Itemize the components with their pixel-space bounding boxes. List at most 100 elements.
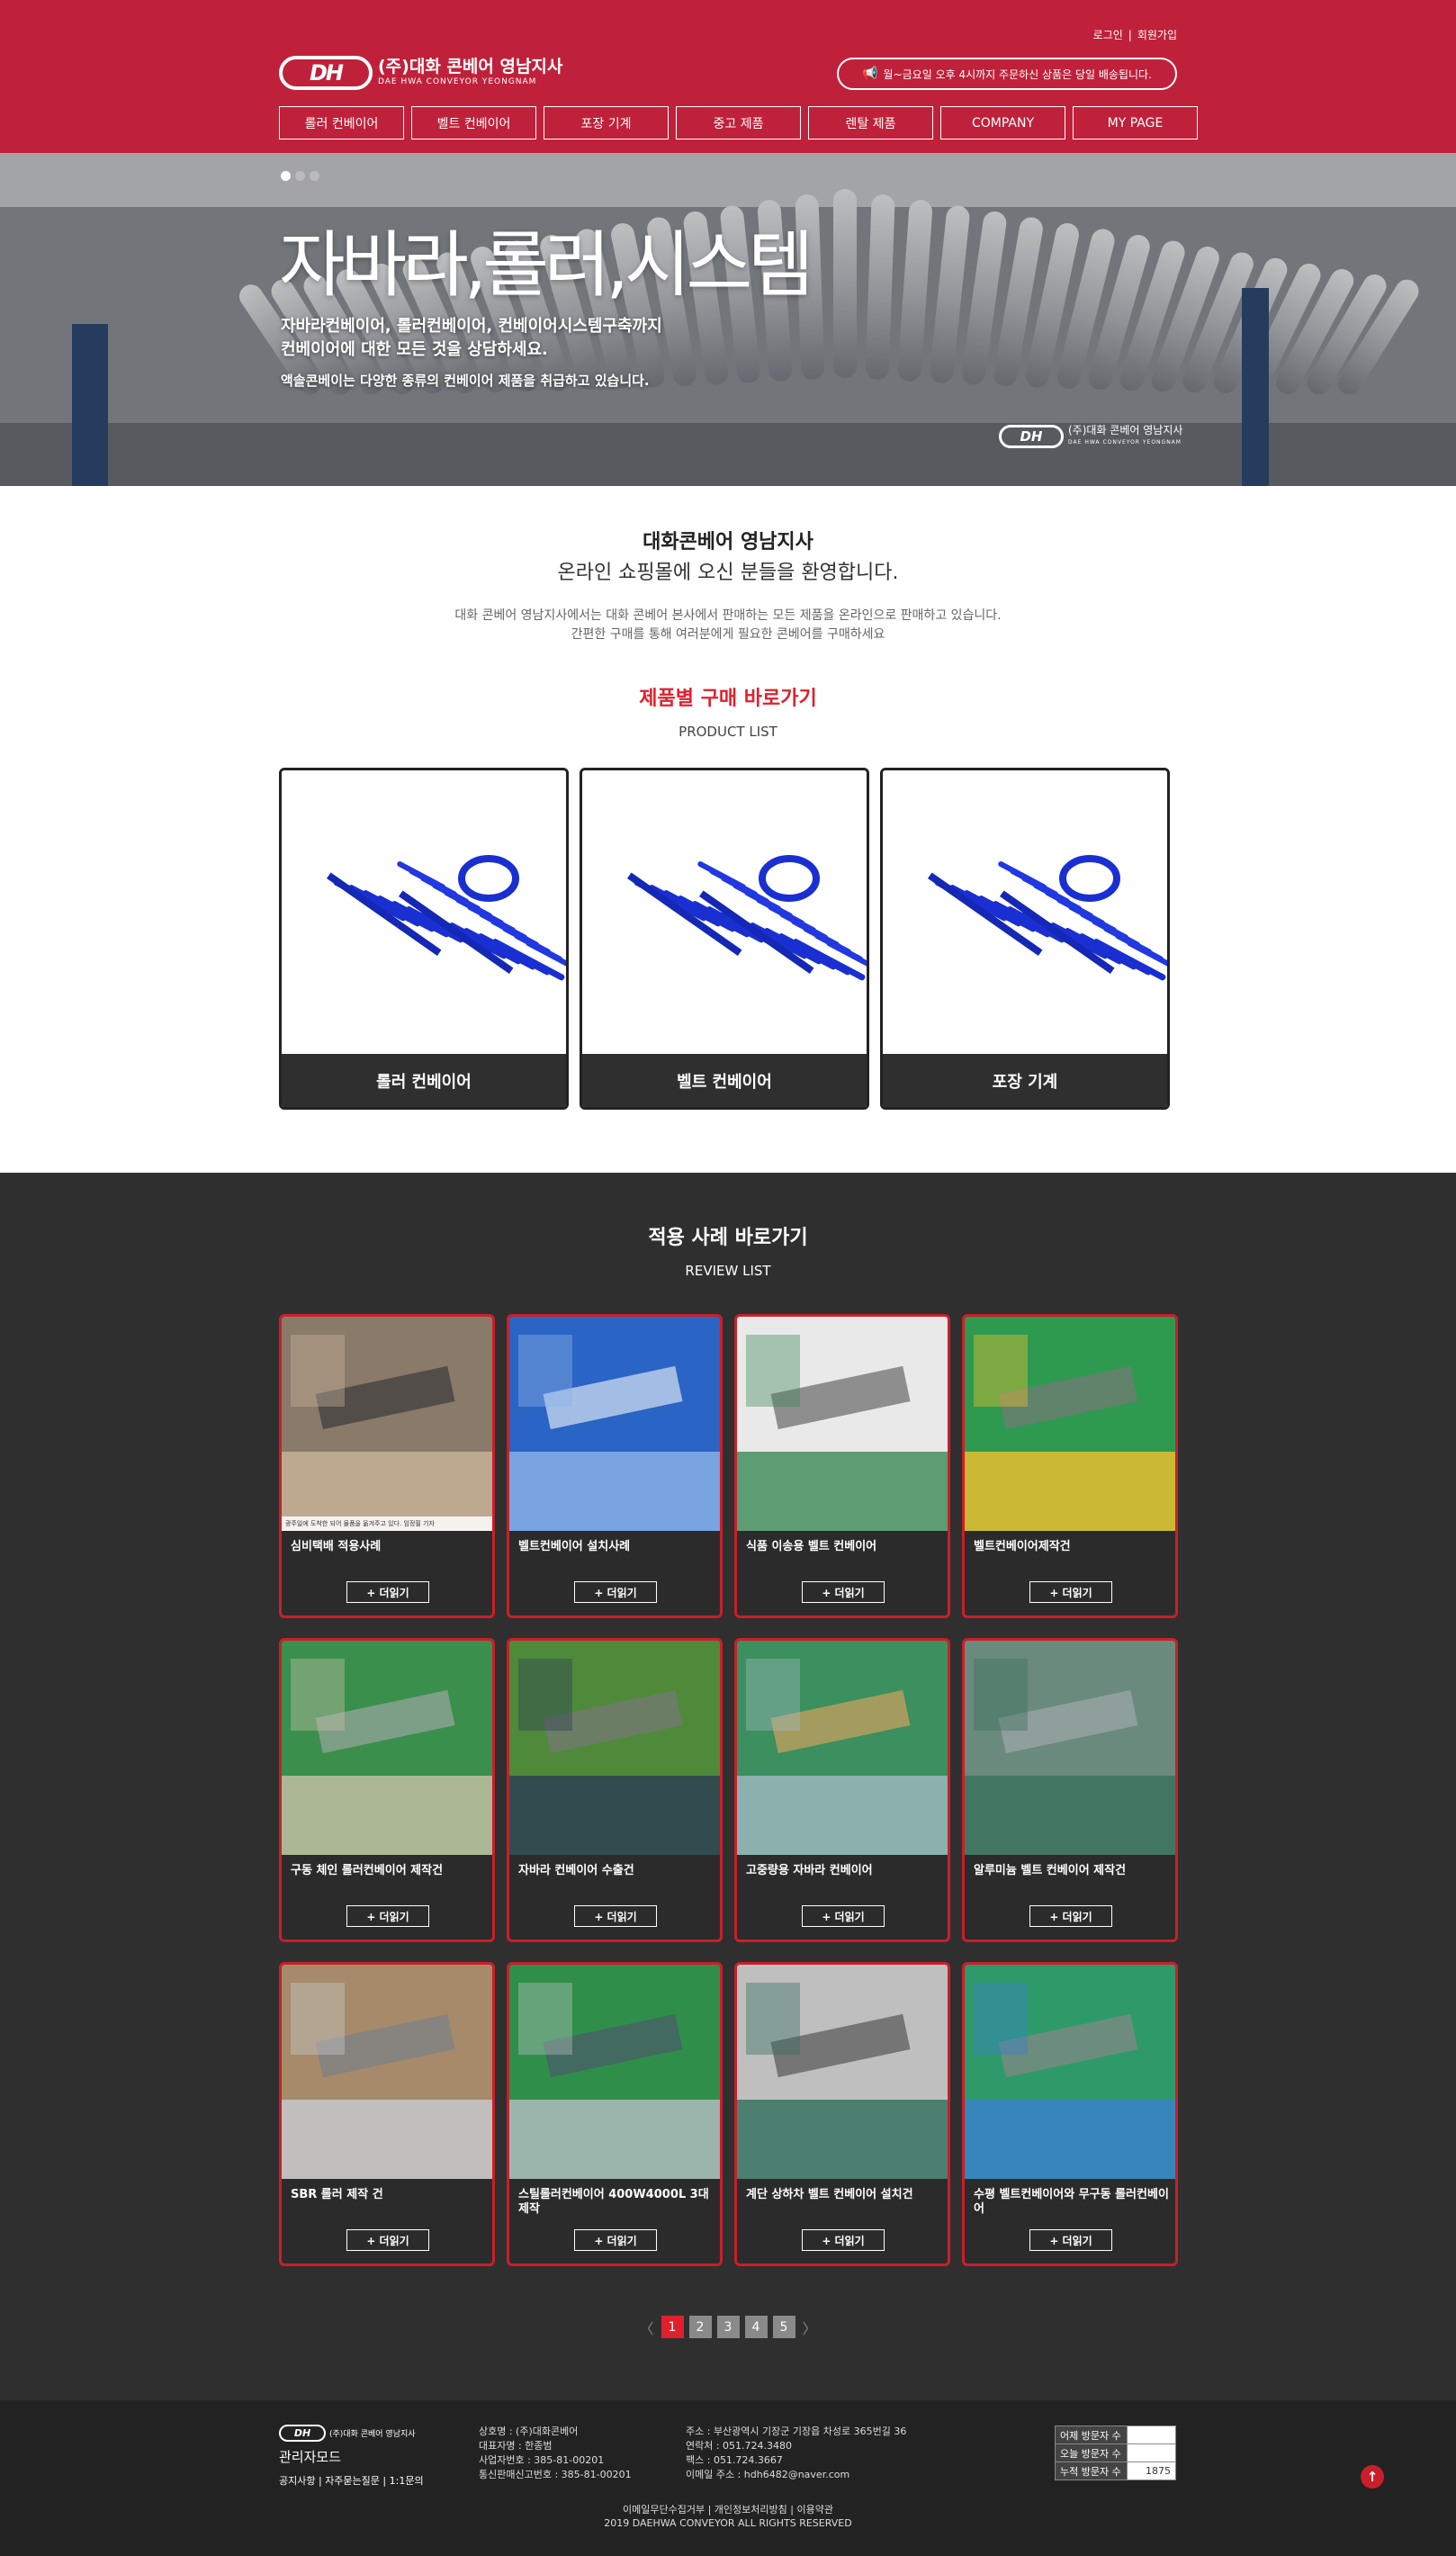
logo-en: DAE HWA CONVEYOR YEONGNAM xyxy=(378,77,537,86)
page: 로그인 | 회원가입 DH (주)대화 콘베어 영남지사 DAE HWA CONVE… xyxy=(0,0,1456,2556)
review-title: 고중량용 자바라 컨베이어 xyxy=(746,1864,873,1877)
review-card[interactable]: SBR 롤러 제작 건 + 더읽기 xyxy=(279,1962,495,2266)
business-number: 사업자번호 : 385-81-00201 xyxy=(479,2454,605,2466)
review-card[interactable]: 수평 벨트컨베이어와 무구동 롤러컨베이어 + 더읽기 xyxy=(962,1962,1178,2266)
review-card[interactable]: 스틸롤러컨베이어 400W4000L 3대 제작 + 더읽기 xyxy=(507,1962,723,2266)
read-more-button[interactable]: + 더읽기 xyxy=(802,2229,885,2251)
review-card[interactable]: 고중량용 자바라 컨베이어 + 더읽기 xyxy=(734,1638,950,1942)
read-more-button[interactable]: + 더읽기 xyxy=(802,1905,885,1927)
divider: | xyxy=(1128,29,1132,41)
read-more-button[interactable]: + 더읽기 xyxy=(1029,2229,1112,2251)
footer-logo: DH (주)대화 콘베어 영남지사 xyxy=(279,2425,416,2442)
slider-dot-1[interactable] xyxy=(281,171,291,181)
header: 로그인 | 회원가입 DH (주)대화 콘베어 영남지사 DAE HWA CONVE… xyxy=(0,0,1456,153)
review-card[interactable]: 알루미늄 벨트 컨베이어 제작건 + 더읽기 xyxy=(962,1638,1178,1942)
read-more-button[interactable]: + 더읽기 xyxy=(346,1905,429,1927)
nav-roller-conveyor[interactable]: 롤러 컨베이어 xyxy=(279,106,404,140)
page-3[interactable]: 3 xyxy=(716,2316,740,2338)
footer-links: 공지사항 | 자주묻는질문 | 1:1문의 xyxy=(279,2475,424,2487)
product-card-packaging[interactable]: 포장 기계 xyxy=(880,768,1170,1110)
review-image-caption: 광주일에 도착한 되어 물품을 옮겨주고 있다. 임정필 기자 xyxy=(282,1516,492,1531)
review-image xyxy=(282,1641,492,1855)
intro-section: 대화콘베어 영남지사 온라인 쇼핑몰에 오신 분들을 환영합니다. 대화 콘베어… xyxy=(0,526,1456,644)
notice-link[interactable]: 공지사항 xyxy=(279,2475,315,2487)
review-image xyxy=(509,1641,720,1855)
nav-my-page[interactable]: MY PAGE xyxy=(1073,106,1198,140)
slider-dot-3[interactable] xyxy=(310,171,319,181)
footer: DH (주)대화 콘베어 영남지사 관리자모드 공지사항 | 자주묻는질문 | … xyxy=(0,2400,1456,2556)
page-4[interactable]: 4 xyxy=(744,2316,768,2338)
read-more-button[interactable]: + 더읽기 xyxy=(346,1581,429,1603)
hero-logo-mark: DH xyxy=(999,425,1064,448)
page-5[interactable]: 5 xyxy=(772,2316,795,2338)
read-more-button[interactable]: + 더읽기 xyxy=(574,2229,657,2251)
address: 주소 : 부산광역시 기장군 기장읍 차성로 365번길 36 xyxy=(686,2426,907,2437)
review-image xyxy=(282,1965,492,2179)
ceo-name: 대표자명 : 한종범 xyxy=(479,2440,553,2452)
review-card[interactable]: 자바라 컨베이어 수출건 + 더읽기 xyxy=(507,1638,723,1942)
page-2[interactable]: 2 xyxy=(688,2316,712,2338)
review-card[interactable]: 계단 상하차 벨트 컨베이어 설치건 + 더읽기 xyxy=(734,1962,950,2266)
product-card-label: 포장 기계 xyxy=(883,1054,1167,1107)
product-card-roller[interactable]: 롤러 컨베이어 xyxy=(279,768,569,1110)
read-more-button[interactable]: + 더읽기 xyxy=(574,1905,657,1927)
product-card-label: 벨트 컨베이어 xyxy=(582,1054,867,1107)
product-list-heading: 제품별 구매 바로가기 PRODUCT LIST xyxy=(0,682,1456,740)
read-more-button[interactable]: + 더읽기 xyxy=(1029,1905,1112,1927)
faq-link[interactable]: 자주묻는질문 xyxy=(325,2475,380,2487)
megaphone-icon: 📢 xyxy=(862,67,878,81)
page-1[interactable]: 1 xyxy=(661,2316,684,2338)
product-card-belt[interactable]: 벨트 컨베이어 xyxy=(580,768,869,1110)
nav-belt-conveyor[interactable]: 벨트 컨베이어 xyxy=(411,106,536,140)
email: 이메일 주소 : hdh6482@naver.com xyxy=(686,2469,850,2480)
hero-title: 자바라,롤러,시스템 xyxy=(279,223,814,307)
read-more-button[interactable]: + 더읽기 xyxy=(1029,1581,1112,1603)
review-list-subtitle: REVIEW LIST xyxy=(685,1263,771,1279)
scroll-top-icon[interactable]: ↑ xyxy=(1361,2465,1384,2488)
review-card[interactable]: 식품 이송용 벨트 컨베이어 + 더읽기 xyxy=(734,1314,950,1618)
review-section: 적용 사례 바로가기 REVIEW LIST 광주일에 도착한 되어 물품을 옮… xyxy=(0,1173,1456,2400)
admin-mode-link[interactable]: 관리자모드 xyxy=(279,2447,341,2466)
hero-logo-name: (주)대화 콘베어 영남지사 xyxy=(1068,424,1183,436)
review-card[interactable]: 광주일에 도착한 되어 물품을 옮겨주고 있다. 임정필 기자 심비택배 적용사례… xyxy=(279,1314,495,1618)
product-list: 롤러 컨베이어 벨트 컨베이어 포장 기계 xyxy=(279,768,1170,1110)
read-more-button[interactable]: + 더읽기 xyxy=(802,1581,885,1603)
intro-description-line-1: 대화 콘베어 영남지사에서는 대화 콘베어 본사에서 판매하는 모든 제품을 온… xyxy=(454,608,1002,623)
review-list-title: 적용 사례 바로가기 xyxy=(648,1227,808,1249)
review-card[interactable]: 벨트컨베이어 설치사례 + 더읽기 xyxy=(507,1314,723,1618)
nav-packaging-machine[interactable]: 포장 기계 xyxy=(544,106,669,140)
nav-company[interactable]: COMPANY xyxy=(940,106,1065,140)
footer-bottom: 이메일무단수집거부 | 개인정보처리방침 | 이용약관 2019 DAEHWA … xyxy=(0,2503,1456,2530)
nav-used-products[interactable]: 중고 제품 xyxy=(676,106,801,140)
review-title: 수평 벨트컨베이어와 무구동 롤러컨베이어 xyxy=(974,2188,1169,2216)
visitor-counter: 어제 방문자 수 오늘 방문자 수 누적 방문자 수 1875 xyxy=(1055,2426,1176,2480)
join-link[interactable]: 회원가입 xyxy=(1137,29,1177,41)
review-title: 알루미늄 벨트 컨베이어 제작건 xyxy=(974,1864,1127,1877)
company-name: 상호명 : (주)대화콘베어 xyxy=(479,2426,579,2437)
review-image: 광주일에 도착한 되어 물품을 옮겨주고 있다. 임정필 기자 xyxy=(282,1317,492,1531)
logo[interactable]: DH (주)대화 콘베어 영남지사 DAE HWA CONVEYOR YEONG… xyxy=(279,54,562,92)
review-title: 벨트컨베이어제작건 xyxy=(974,1540,1071,1553)
review-card[interactable]: 구동 체인 롤러컨베이어 제작건 + 더읽기 xyxy=(279,1638,495,1942)
read-more-button[interactable]: + 더읽기 xyxy=(574,1581,657,1603)
slider-dot-2[interactable] xyxy=(295,171,305,181)
nav-rental-products[interactable]: 렌탈 제품 xyxy=(808,106,933,140)
hero-logo-en: DAE HWA CONVEYOR YEONGNAM xyxy=(1068,439,1182,446)
policy-links[interactable]: 이메일무단수집거부 | 개인정보처리방침 | 이용약관 xyxy=(0,2503,1456,2516)
main-nav: 롤러 컨베이어 벨트 컨베이어 포장 기계 중고 제품 렌탈 제품 COMPAN… xyxy=(279,106,1198,140)
review-image xyxy=(965,1317,1175,1531)
prev-page-icon[interactable]: 〈 xyxy=(638,2316,656,2338)
read-more-button[interactable]: + 더읽기 xyxy=(346,2229,429,2251)
review-title: 식품 이송용 벨트 컨베이어 xyxy=(746,1540,877,1553)
visit-value: 1875 xyxy=(1127,2462,1176,2480)
review-title: 구동 체인 롤러컨베이어 제작건 xyxy=(291,1864,444,1877)
pagination: 〈 1 2 3 4 5 〉 xyxy=(0,2316,1456,2338)
inquiry-link[interactable]: 1:1문의 xyxy=(390,2475,424,2487)
review-card[interactable]: 벨트컨베이어제작건 + 더읽기 xyxy=(962,1314,1178,1618)
review-title: SBR 롤러 제작 건 xyxy=(291,2188,383,2201)
review-image xyxy=(965,1965,1175,2179)
login-link[interactable]: 로그인 xyxy=(1093,29,1123,41)
footer-logo-mark: DH xyxy=(279,2425,326,2442)
visit-value xyxy=(1127,2426,1176,2444)
next-page-icon[interactable]: 〉 xyxy=(801,2316,819,2338)
